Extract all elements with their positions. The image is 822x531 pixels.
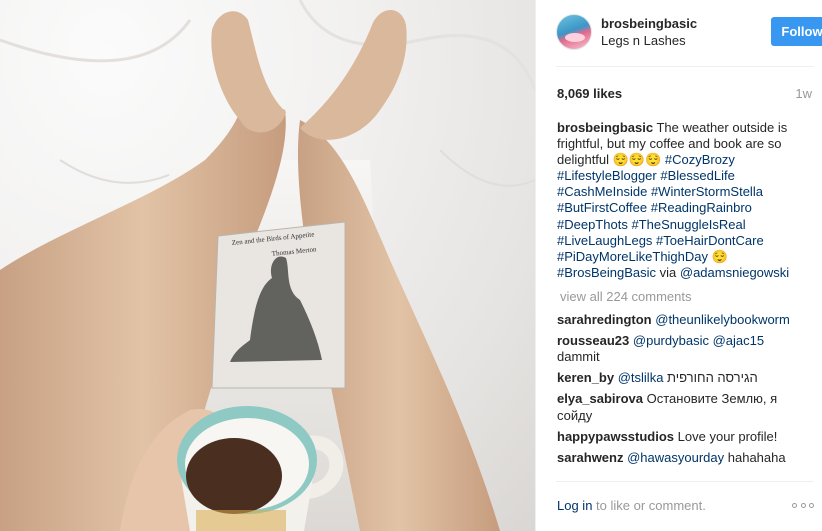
- hashtag-link[interactable]: #BlessedLife: [660, 168, 734, 183]
- avatar[interactable]: [556, 14, 592, 50]
- via-user-link[interactable]: @adamsniegowski: [680, 265, 789, 280]
- hashtag-link[interactable]: #LifestyleBlogger: [557, 168, 657, 183]
- caption-username[interactable]: brosbeingbasic: [557, 120, 653, 135]
- hashtag-link[interactable]: #ReadingRainbro: [651, 200, 752, 215]
- comment-text: הגירסה החורפית: [667, 370, 758, 386]
- right-foot: [300, 10, 407, 140]
- caption: brosbeingbasic The weather outside is fr…: [557, 120, 802, 281]
- comment-username[interactable]: sarahwenz: [557, 450, 623, 465]
- hashtag-link[interactable]: #DeepThots: [557, 217, 628, 232]
- hashtag-link[interactable]: #WinterStormStella: [651, 184, 763, 199]
- more-options-icon[interactable]: [792, 501, 814, 509]
- comment-username[interactable]: happypawsstudios: [557, 429, 674, 444]
- comment-mention[interactable]: @tslilka: [618, 370, 664, 385]
- comment-item: sarahredington @theunlikelybookworm: [557, 312, 802, 328]
- comment-username[interactable]: rousseau23: [557, 333, 629, 348]
- login-link[interactable]: Log in: [557, 498, 592, 513]
- post-panel: brosbeingbasic Legs n Lashes Follow 8,06…: [535, 0, 822, 531]
- divider: [556, 66, 814, 67]
- comment-item: sarahwenz @hawasyourday hahahaha: [557, 450, 802, 466]
- book: Zen and the Birds of Appetite Thomas Mer…: [211, 221, 346, 389]
- dot-icon: [809, 502, 814, 508]
- comment-list: sarahredington @theunlikelybookworm rous…: [557, 312, 802, 466]
- follow-button[interactable]: Follow: [771, 17, 822, 46]
- dot-icon: [800, 502, 806, 508]
- comment-item: happypawsstudios Love your profile!: [557, 429, 802, 445]
- hashtag-link[interactable]: #CozyBrozy: [665, 152, 735, 167]
- comment-mention[interactable]: @theunlikelybookworm: [655, 312, 790, 327]
- comment-item: rousseau23 @purdybasic @ajac15 dammit: [557, 333, 802, 365]
- login-prompt: Log in to like or comment.: [557, 498, 706, 513]
- hashtag-link[interactable]: #ToeHairDontCare: [656, 233, 764, 248]
- view-all-comments-link[interactable]: view all 224 comments: [560, 289, 802, 305]
- comment-username[interactable]: elya_sabirova: [557, 391, 643, 406]
- hashtag-link[interactable]: #TheSnuggleIsReal: [631, 217, 745, 232]
- photo-illustration: Zen and the Birds of Appetite Thomas Mer…: [0, 0, 535, 531]
- hashtag-link[interactable]: #ButFirstCoffee: [557, 200, 647, 215]
- post-username[interactable]: brosbeingbasic: [601, 16, 697, 31]
- post-header: brosbeingbasic Legs n Lashes Follow: [556, 12, 822, 58]
- comment-username[interactable]: sarahredington: [557, 312, 652, 327]
- comment-text: dammit: [557, 349, 600, 365]
- caption-hashtags: #CozyBrozy #LifestyleBlogger #BlessedLif…: [557, 152, 764, 264]
- comment-text: hahahaha: [727, 449, 786, 465]
- comment-item: keren_by @tslilka הגירסה החורפית: [557, 370, 802, 386]
- post-photo[interactable]: Zen and the Birds of Appetite Thomas Mer…: [0, 0, 535, 531]
- hashtag-link[interactable]: #BrosBeingBasic: [557, 265, 656, 280]
- post-location[interactable]: Legs n Lashes: [601, 33, 686, 48]
- comment-text: Love your profile!: [677, 428, 778, 444]
- hashtag-link[interactable]: #LiveLaughLegs: [557, 233, 652, 248]
- comment-item: elya_sabirova Остановите Землю, я сойду: [557, 391, 802, 423]
- login-prompt-text: to like or comment.: [596, 498, 706, 513]
- caption-emoji: 😌: [711, 248, 728, 264]
- likes-count[interactable]: 8,069 likes: [557, 86, 622, 101]
- hashtag-link[interactable]: #CashMeInside: [557, 184, 647, 199]
- dot-icon: [792, 502, 797, 508]
- comments-section: brosbeingbasic The weather outside is fr…: [557, 120, 802, 476]
- comment-mention[interactable]: @purdybasic @ajac15: [633, 333, 764, 348]
- left-foot: [211, 11, 286, 133]
- comment-mention[interactable]: @hawasyourday: [627, 450, 724, 465]
- post-footer: Log in to like or comment.: [556, 481, 814, 531]
- hashtag-link[interactable]: #PiDayMoreLikeThighDay: [557, 249, 708, 264]
- caption-via: via: [659, 264, 677, 280]
- comment-username[interactable]: keren_by: [557, 370, 614, 385]
- post-time[interactable]: 1w: [795, 86, 812, 101]
